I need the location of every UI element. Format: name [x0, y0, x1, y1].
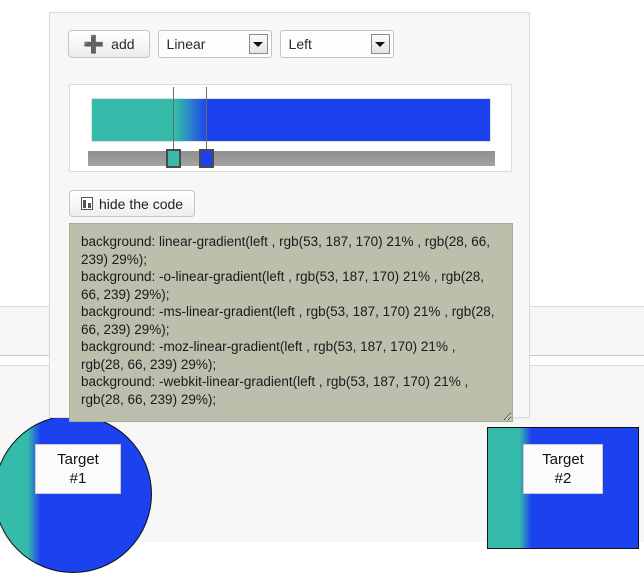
textarea-resize-grip[interactable] [514, 402, 526, 414]
gradient-direction-select[interactable]: Left [279, 30, 394, 58]
target-2-label: Target #2 [523, 444, 603, 494]
gradient-generator-panel: ➕ add Linear Left hide the code backgrou… [49, 12, 530, 422]
chevron-down-icon[interactable] [370, 34, 390, 54]
gradient-editor [69, 84, 512, 172]
document-code-icon [81, 197, 93, 210]
add-stop-button[interactable]: ➕ add [68, 30, 150, 58]
stop-stem-2 [206, 87, 208, 153]
color-stop-handle-2[interactable] [199, 149, 215, 168]
hide-code-button[interactable]: hide the code [69, 190, 196, 217]
target-1-circle [0, 415, 152, 573]
chevron-down-icon[interactable] [248, 34, 268, 54]
gradient-preview [91, 98, 491, 142]
triangle-down-glyph [375, 41, 386, 47]
gradient-type-value: Linear [166, 36, 206, 52]
hide-code-label: hide the code [99, 195, 184, 212]
gradient-direction-value: Left [288, 36, 312, 52]
color-stop-handle-1[interactable] [166, 149, 182, 168]
plus-icon: ➕ [83, 34, 105, 54]
toolbar: ➕ add Linear Left [68, 30, 394, 58]
gradient-type-select[interactable]: Linear [157, 30, 272, 58]
stop-stem-1 [173, 87, 175, 153]
target-1-label: Target #1 [35, 444, 121, 494]
triangle-down-glyph [253, 41, 264, 47]
generated-css-textarea[interactable]: background: linear-gradient(left , rgb(5… [69, 223, 513, 422]
gradient-stop-track[interactable] [88, 151, 495, 166]
add-stop-label: add [111, 36, 135, 52]
